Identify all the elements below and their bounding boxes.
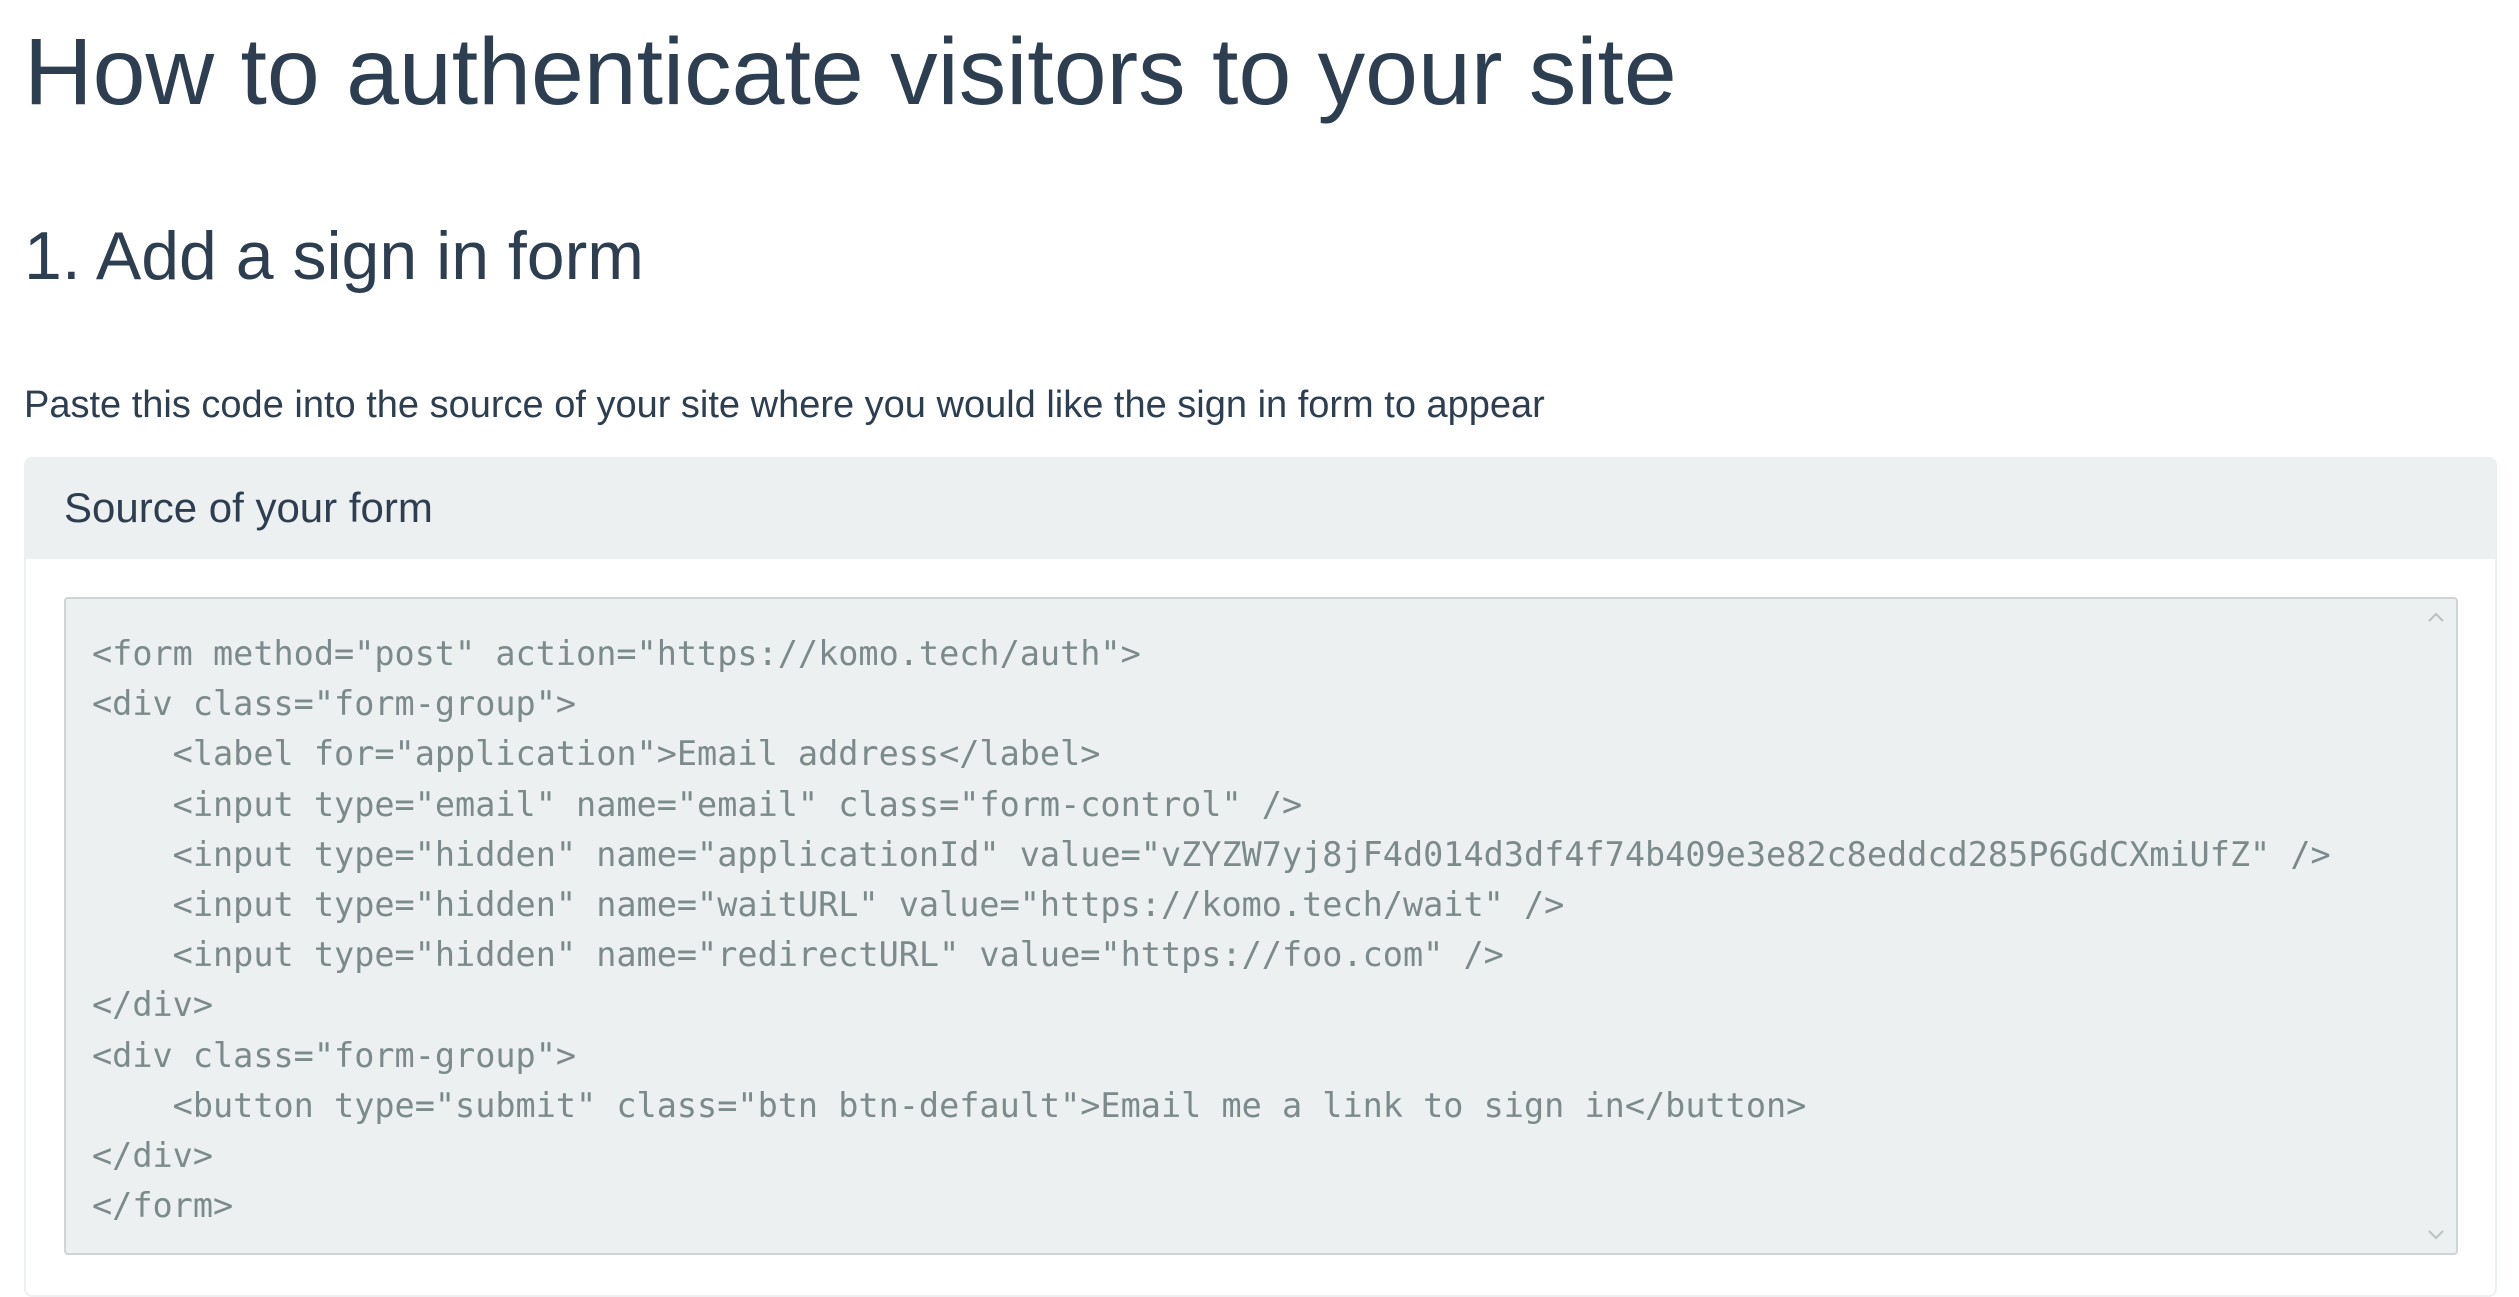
panel-title: Source of your form: [64, 484, 433, 531]
source-panel: Source of your form <form method="post" …: [24, 457, 2497, 1297]
chevron-down-icon[interactable]: [2424, 1223, 2448, 1247]
chevron-up-icon[interactable]: [2424, 605, 2448, 629]
code-snippet[interactable]: <form method="post" action="https://komo…: [92, 629, 2331, 1231]
scrollbar[interactable]: [2416, 599, 2456, 1253]
code-textarea[interactable]: <form method="post" action="https://komo…: [64, 597, 2458, 1255]
section-title: 1. Add a sign in form: [24, 218, 644, 294]
page-title: How to authenticate visitors to your sit…: [24, 19, 1677, 125]
panel-heading: Source of your form: [26, 459, 2495, 559]
instructions-text: Paste this code into the source of your …: [24, 384, 1545, 426]
